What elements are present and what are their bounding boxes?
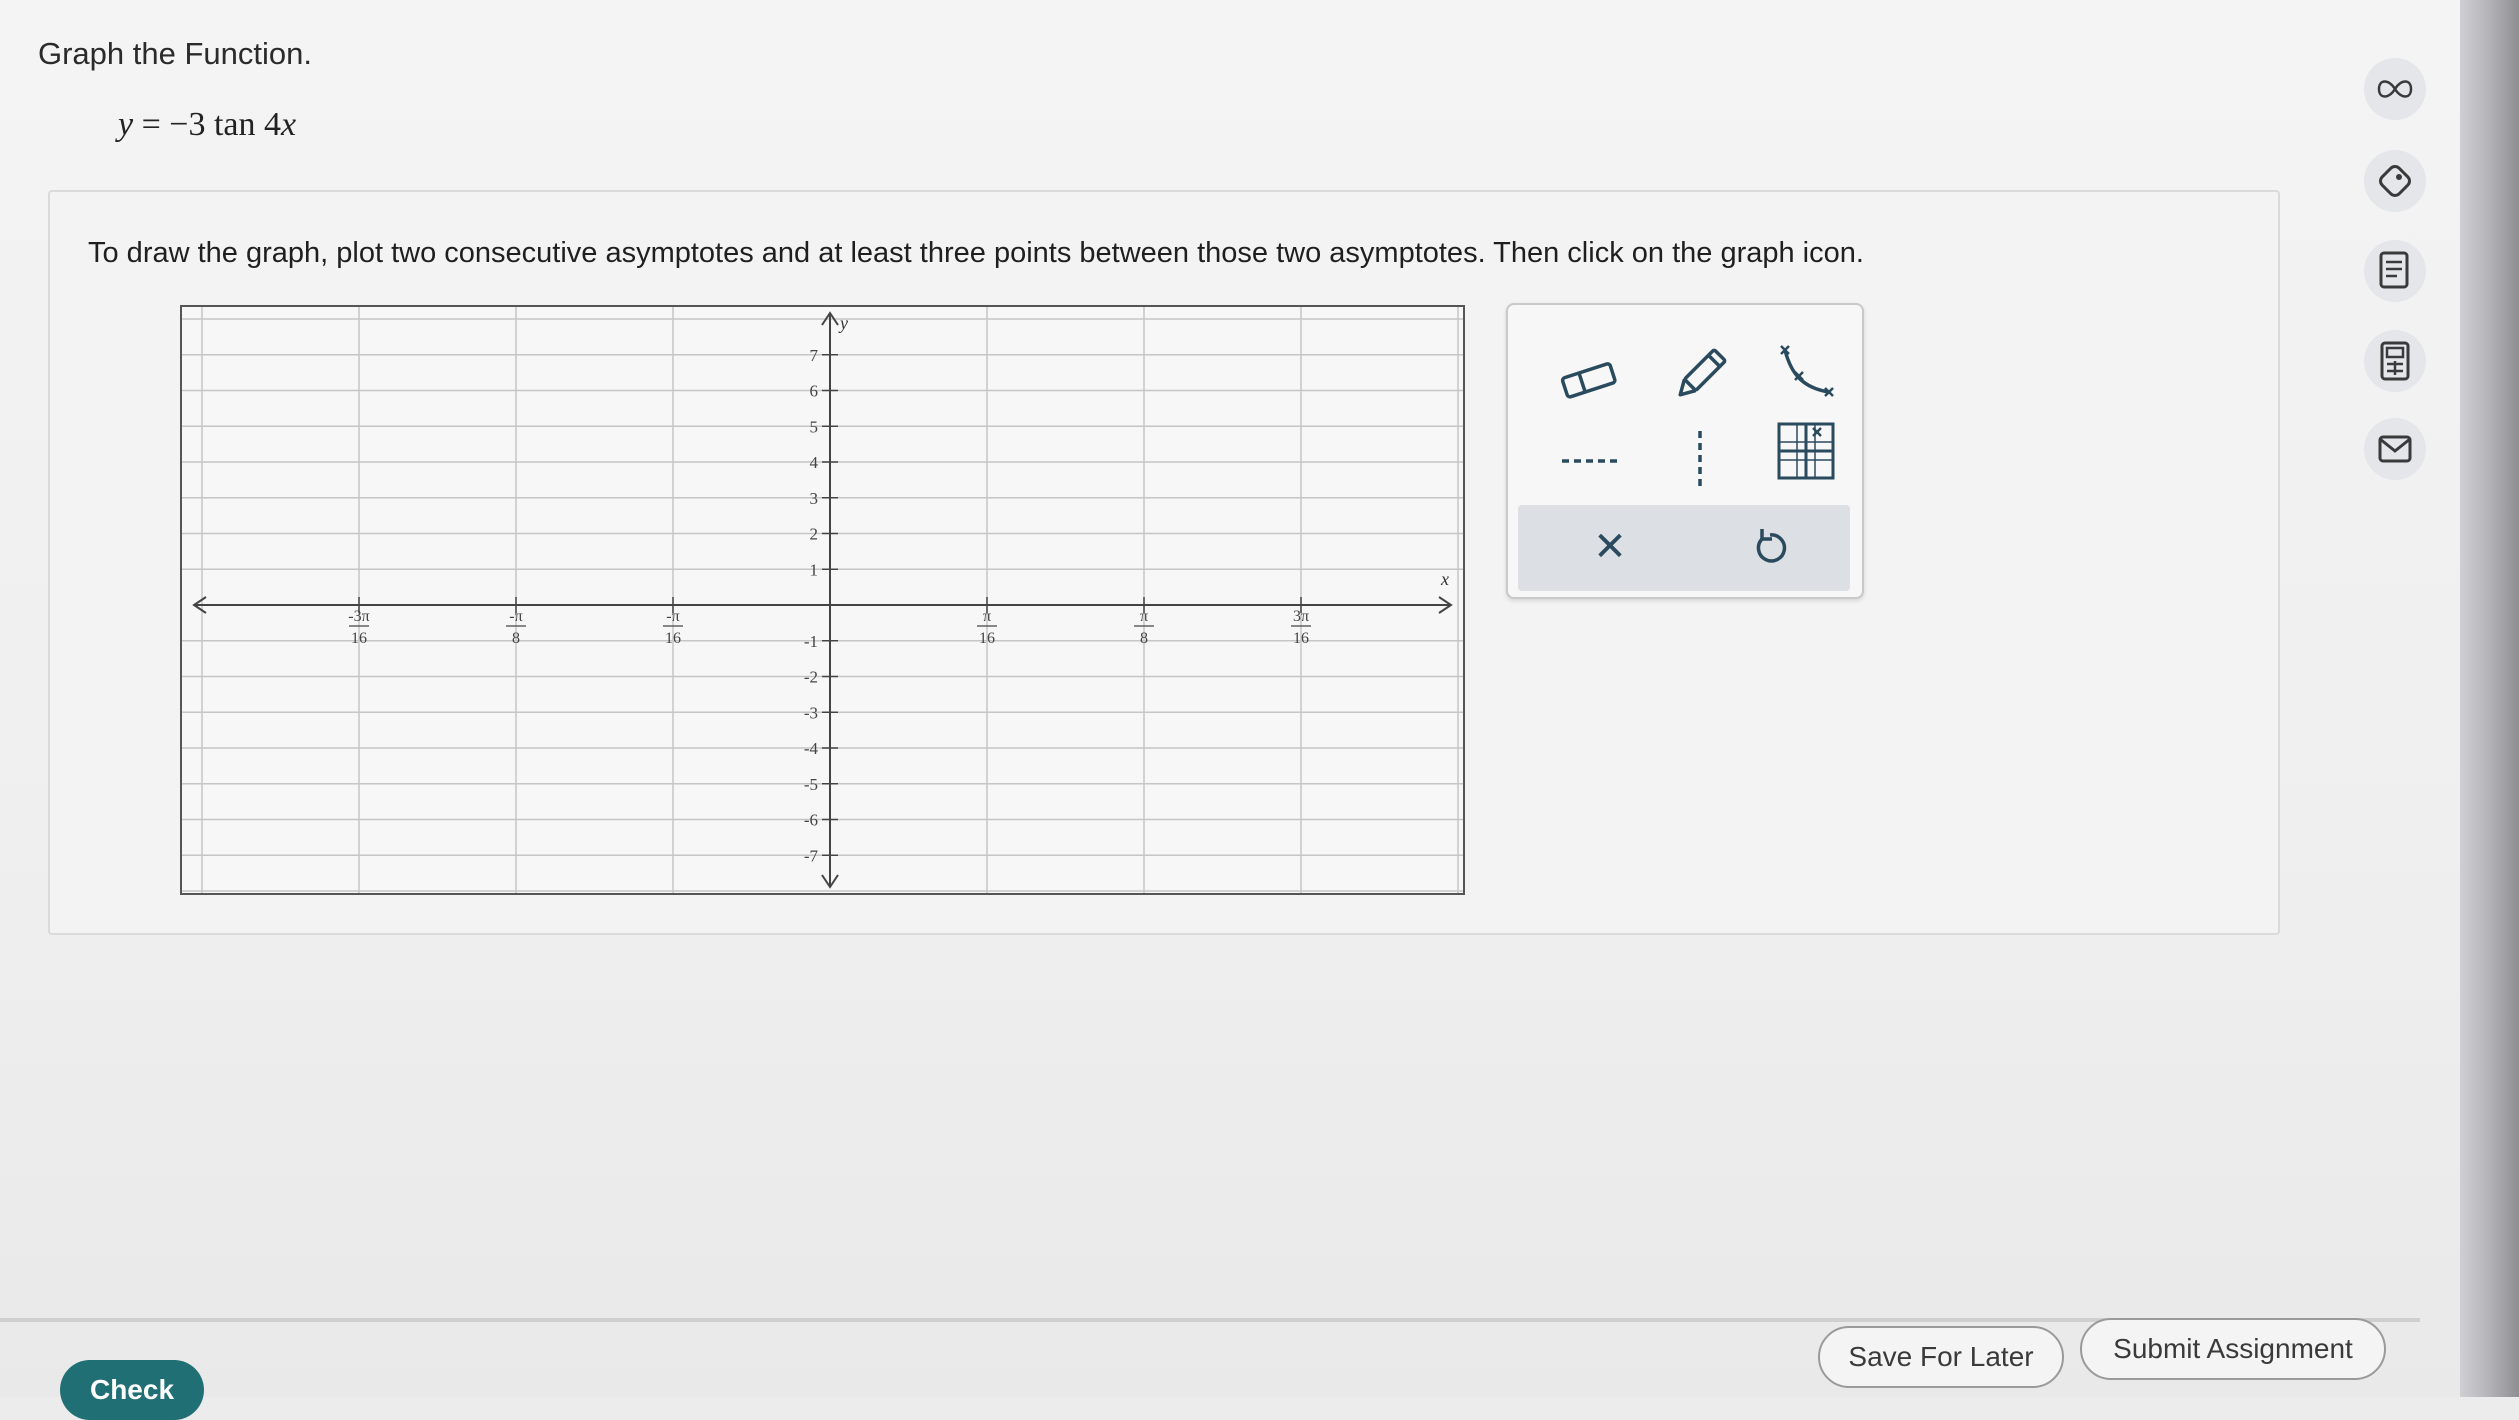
- calculator-button[interactable]: [2364, 330, 2426, 392]
- notes-icon: [2379, 251, 2409, 289]
- x-tick-denominator: 16: [665, 630, 681, 647]
- x-tick-denominator: 8: [512, 630, 520, 647]
- horizontal-asymptote-tool[interactable]: [1550, 425, 1630, 497]
- y-tick-label: -1: [804, 632, 818, 651]
- y-tick-label: -2: [804, 668, 818, 687]
- function-equation: y = −3 tan 4x: [118, 106, 296, 144]
- x-tick-denominator: 16: [1293, 630, 1309, 647]
- question-prompt: Graph the Function.: [38, 36, 312, 71]
- pencil-icon: [1678, 348, 1727, 397]
- save-for-later-button[interactable]: Save For Later: [1818, 1326, 2064, 1388]
- y-tick-label: 7: [810, 346, 819, 365]
- x-tick-numerator: -π: [666, 608, 679, 625]
- y-tick-label: 5: [810, 417, 819, 436]
- y-tick-label: 6: [810, 382, 819, 401]
- tangent-curve-icon: [1780, 345, 1834, 397]
- y-tick-label: 1: [810, 560, 819, 579]
- y-tick-label: -6: [804, 811, 818, 830]
- undo-icon: [1756, 529, 1787, 563]
- graphing-area[interactable]: x y 1 2 3 4 5 6 7 -1 -2 -3 -4 -5 -6 -7 -3π 16 -π 8 -π 16 π 16 π 8…: [180, 305, 1465, 895]
- calculator-icon: [2380, 341, 2410, 381]
- x-tick-denominator: 16: [351, 630, 367, 647]
- x-tick-numerator: 3π: [1293, 608, 1309, 625]
- curve-tool[interactable]: [1766, 337, 1846, 409]
- vertical-asymptote-tool[interactable]: [1660, 423, 1740, 495]
- vertical-dashed-line-icon: [1698, 431, 1702, 487]
- graph-toolbox: ✕: [1506, 303, 1864, 599]
- y-tick-label: 2: [810, 525, 819, 544]
- pencil-tool[interactable]: [1660, 339, 1740, 411]
- y-axis-label: y: [838, 313, 848, 333]
- y-tick-label: 3: [810, 489, 819, 508]
- device-bezel: [2460, 0, 2519, 1397]
- undo-button[interactable]: [1730, 511, 1810, 583]
- equation-lhs: y: [118, 106, 134, 143]
- tag-icon: [2379, 165, 2411, 197]
- horizontal-dashed-line-icon: [1562, 459, 1618, 463]
- eraser-icon: [1560, 362, 1617, 399]
- notes-button[interactable]: [2364, 240, 2426, 302]
- eraser-tool[interactable]: [1550, 345, 1630, 417]
- y-tick-label: 4: [810, 453, 819, 472]
- submit-assignment-button[interactable]: Submit Assignment: [2080, 1318, 2386, 1380]
- equation-rhs: = −3 tan 4: [141, 106, 281, 143]
- x-tick-denominator: 8: [1140, 630, 1148, 647]
- infinity-icon: [2377, 80, 2413, 98]
- y-tick-label: -5: [804, 775, 818, 794]
- y-tick-label: -3: [804, 703, 818, 722]
- point-grid-icon: [1777, 422, 1835, 480]
- screen: Graph the Function. y = −3 tan 4x To dra…: [0, 0, 2460, 1420]
- infinity-button[interactable]: [2364, 58, 2426, 120]
- x-tick-numerator: -π: [509, 608, 522, 625]
- mail-icon: [2378, 435, 2412, 463]
- toolbox-action-bar: ✕: [1518, 505, 1850, 591]
- x-axis-label: x: [1440, 569, 1449, 589]
- x-tick-denominator: 16: [979, 630, 995, 647]
- y-tick-label: -7: [804, 846, 819, 865]
- x-tick-numerator: -3π: [348, 608, 369, 625]
- footer-divider: [0, 1318, 2420, 1322]
- x-tick-numerator: π: [983, 608, 991, 625]
- y-tick-label: -4: [804, 739, 819, 758]
- instructions-text: To draw the graph, plot two consecutive …: [88, 237, 1864, 269]
- check-button[interactable]: Check: [60, 1360, 204, 1420]
- tag-button[interactable]: [2364, 150, 2426, 212]
- equation-var: x: [280, 106, 297, 143]
- mail-button[interactable]: [2364, 418, 2426, 480]
- point-grid-tool[interactable]: [1766, 415, 1846, 487]
- x-tick-numerator: π: [1140, 608, 1148, 625]
- graph-canvas[interactable]: x y 1 2 3 4 5 6 7 -1 -2 -3 -4 -5 -6 -7 -3π 16 -π 8 -π 16 π 16 π 8…: [182, 307, 1463, 893]
- clear-button[interactable]: ✕: [1570, 511, 1650, 583]
